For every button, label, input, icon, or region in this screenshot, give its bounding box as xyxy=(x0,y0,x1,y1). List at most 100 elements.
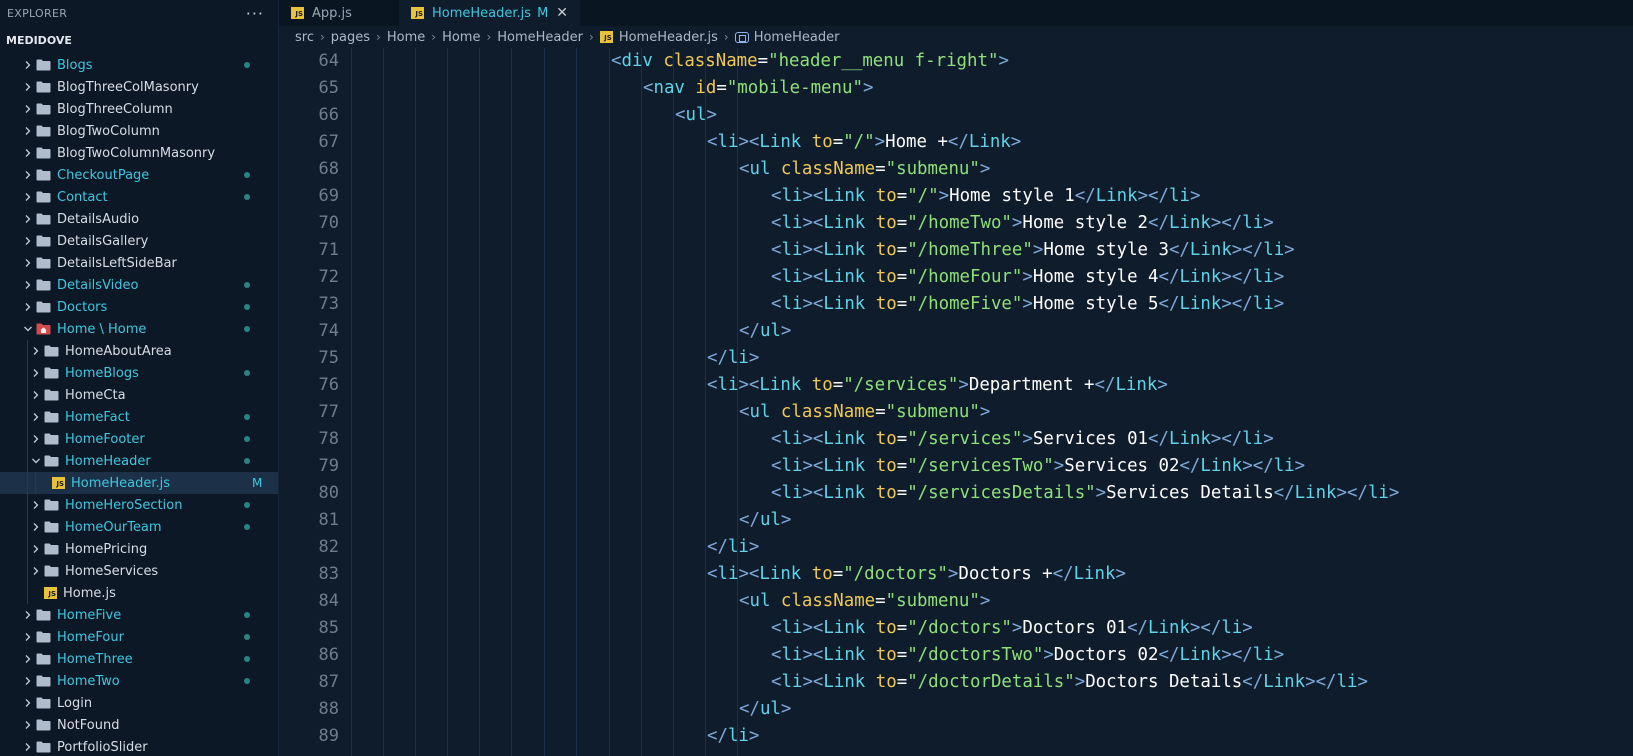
explorer-folder-item[interactable]: BlogThreeColMasonry xyxy=(0,76,278,98)
code-token: = xyxy=(896,240,908,260)
explorer-folder-item[interactable]: DetailsVideo xyxy=(0,274,278,296)
code-token: < xyxy=(611,51,622,71)
code-token: > xyxy=(1115,564,1126,584)
item-label: HomeFooter xyxy=(65,431,145,447)
explorer-folder-item[interactable]: Contact xyxy=(0,186,278,208)
explorer-folder-item[interactable]: BlogTwoColumnMasonry xyxy=(0,142,278,164)
explorer-folder-item[interactable]: BlogThreeColumn xyxy=(0,98,278,120)
item-label: HomeFour xyxy=(57,629,124,645)
item-label: NotFound xyxy=(57,717,120,733)
explorer-file-item[interactable]: JS HomeHeader.js M xyxy=(0,472,278,494)
code-token: > xyxy=(1022,267,1033,287)
code-token: = xyxy=(875,159,886,179)
explorer-folder-item[interactable]: HomeThree xyxy=(0,648,278,670)
explorer-folder-item[interactable]: DetailsAudio xyxy=(0,208,278,230)
explorer-folder-item[interactable]: HomeHeroSection xyxy=(0,494,278,516)
code-token: > xyxy=(947,564,959,584)
code-token: < xyxy=(771,645,782,665)
item-label: DetailsGallery xyxy=(57,233,149,249)
explorer-folder-item[interactable]: HomeOurTeam xyxy=(0,516,278,538)
breadcrumb-item[interactable]: Home xyxy=(442,30,480,45)
explorer-folder-item[interactable]: HomeTwo xyxy=(0,670,278,692)
explorer-folder-item[interactable]: HomePricing xyxy=(0,538,278,560)
chevron-right-icon xyxy=(28,538,44,560)
code-token: ul xyxy=(759,699,781,719)
explorer-folder-item[interactable]: Login xyxy=(0,692,278,714)
explorer-folder-item[interactable]: HomeFive xyxy=(0,604,278,626)
explorer-file-item[interactable]: JS Home.js xyxy=(0,582,278,604)
code-token: >< xyxy=(802,267,824,287)
explorer-folder-item[interactable]: HomeHeader xyxy=(0,450,278,472)
line-number: 85 xyxy=(318,618,339,638)
explorer-folder-item[interactable]: NotFound xyxy=(0,714,278,736)
chevron-right-icon xyxy=(20,54,36,76)
code-text: </li> xyxy=(707,345,759,372)
close-icon[interactable]: ✕ xyxy=(556,5,568,21)
code-token: Link xyxy=(968,132,1011,152)
folder-icon xyxy=(36,164,53,186)
home-folder-icon xyxy=(36,318,53,340)
more-actions-icon[interactable]: ··· xyxy=(246,4,264,23)
code-token: Doctors Details xyxy=(1085,672,1243,692)
breadcrumb-item[interactable]: Home xyxy=(387,30,425,45)
file-tree: Blogs BlogThreeColMasonry BlogThreeColumn B… xyxy=(0,54,278,756)
chevron-right-icon xyxy=(20,648,36,670)
code-text: </ul> xyxy=(739,696,791,723)
explorer-folder-item[interactable]: PortfolioSlider xyxy=(0,736,278,756)
tab-app-js[interactable]: JS App.js xyxy=(279,0,399,26)
explorer-folder-item[interactable]: HomeFour xyxy=(0,626,278,648)
line-number: 69 xyxy=(318,186,339,206)
breadcrumb-item[interactable]: pages xyxy=(331,30,370,45)
explorer-folder-item[interactable]: HomeServices xyxy=(0,560,278,582)
item-label: HomeOurTeam xyxy=(65,519,162,535)
code-token: < xyxy=(771,483,782,503)
code-token: Link xyxy=(1148,618,1190,638)
folder-icon xyxy=(36,54,53,76)
tab-homeheader-js[interactable]: JS HomeHeader.js M ✕ xyxy=(399,0,581,26)
workspace-root[interactable]: MEDIDOVE xyxy=(0,26,278,54)
code-token: < xyxy=(739,591,750,611)
item-label: HomeTwo xyxy=(57,673,120,689)
explorer-folder-item[interactable]: Doctors xyxy=(0,296,278,318)
code-text: <li><Link to="/services">Department +</L… xyxy=(707,372,1168,399)
breadcrumb-item[interactable]: HomeHeader xyxy=(497,30,583,45)
code-token: ul xyxy=(685,105,707,125)
breadcrumb-item[interactable]: HomeHeader xyxy=(754,30,840,45)
code-token: className xyxy=(770,591,876,611)
indent-guide xyxy=(27,340,28,362)
explorer-folder-item[interactable]: Blogs xyxy=(0,54,278,76)
breadcrumb-item[interactable]: HomeHeader.js xyxy=(619,30,718,45)
code-token: </ xyxy=(1273,483,1295,503)
explorer-folder-item[interactable]: HomeFact xyxy=(0,406,278,428)
explorer-folder-item[interactable]: HomeAboutArea xyxy=(0,340,278,362)
explorer-folder-item[interactable]: HomeCta xyxy=(0,384,278,406)
explorer-folder-item[interactable]: DetailsLeftSideBar xyxy=(0,252,278,274)
explorer-folder-item[interactable]: BlogTwoColumn xyxy=(0,120,278,142)
code-token: className xyxy=(770,402,876,422)
chevron-right-icon xyxy=(20,670,36,692)
chevron-right-icon xyxy=(20,76,36,98)
explorer-folder-item[interactable]: CheckoutPage xyxy=(0,164,278,186)
code-token: Home style 3 xyxy=(1043,240,1169,260)
code-token: to xyxy=(865,267,897,287)
folder-icon xyxy=(36,274,53,296)
explorer-folder-item[interactable]: DetailsGallery xyxy=(0,230,278,252)
item-label: Contact xyxy=(57,189,108,205)
modified-dot-icon xyxy=(244,194,250,200)
code-editor[interactable]: 64 <div className="header__menu f-right">… xyxy=(279,48,1633,756)
code-token: < xyxy=(739,159,750,179)
code-token: ></ xyxy=(1210,429,1243,449)
explorer-folder-item[interactable]: HomeBlogs xyxy=(0,362,278,384)
code-token: to xyxy=(865,429,897,449)
breadcrumb-item[interactable]: src xyxy=(295,30,314,45)
chevron-right-icon xyxy=(20,274,36,296)
code-token: li xyxy=(781,672,803,692)
explorer-folder-item[interactable]: Home \ Home xyxy=(0,318,278,340)
code-token: > xyxy=(1053,456,1065,476)
code-token: li xyxy=(1263,240,1285,260)
explorer-folder-item[interactable]: HomeFooter xyxy=(0,428,278,450)
chevron-right-icon xyxy=(20,692,36,714)
chevron-right-icon xyxy=(20,186,36,208)
code-token: </ xyxy=(739,321,760,341)
folder-icon xyxy=(44,538,61,560)
